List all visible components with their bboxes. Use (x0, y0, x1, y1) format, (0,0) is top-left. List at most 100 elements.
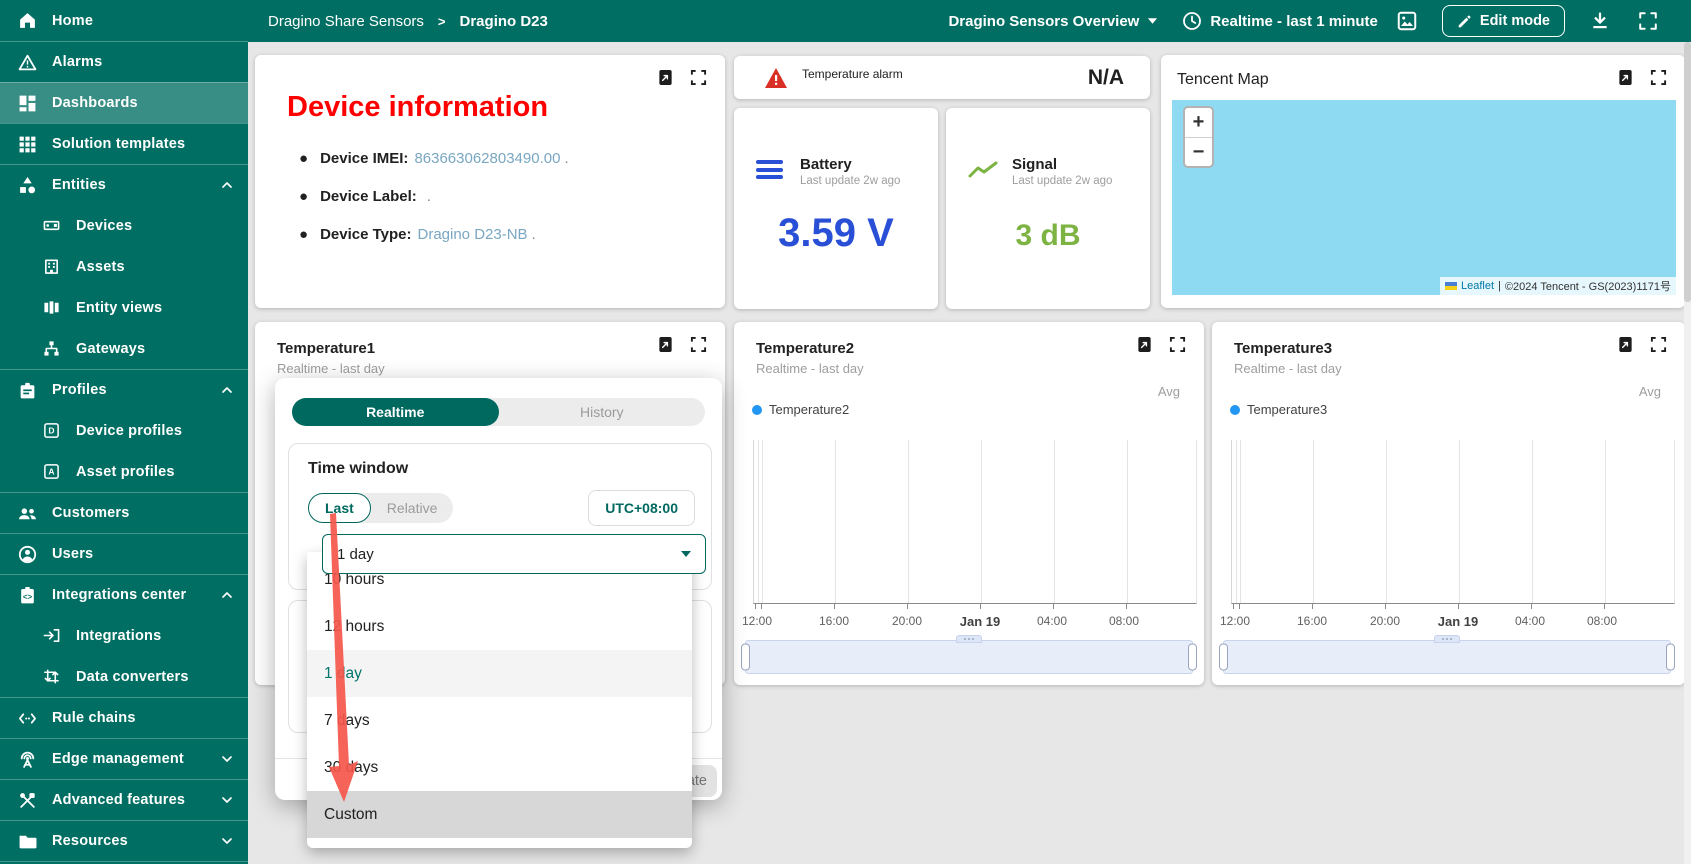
row-tail: . (564, 150, 568, 167)
zoom-in-button[interactable]: + (1185, 108, 1212, 137)
sidebar-item-label: Users (52, 546, 93, 562)
option-1-day[interactable]: 1 day (307, 650, 692, 697)
timezone-button[interactable]: UTC+08:00 (588, 490, 695, 526)
sidebar-item-dashboards[interactable]: Dashboards (0, 82, 248, 123)
fullscreen-button[interactable] (1629, 4, 1667, 38)
tick-label: 20:00 (1370, 614, 1400, 628)
map-canvas[interactable]: + − Leaflet | ©2024 Tencent - GS(2023)11… (1172, 100, 1676, 295)
aggregation-label[interactable]: Avg (1158, 384, 1180, 399)
download-button[interactable] (1581, 4, 1619, 38)
option-custom[interactable]: Custom (307, 791, 692, 838)
sidebar-item-users[interactable]: Users (0, 533, 248, 574)
chart-legend[interactable]: Temperature2 (752, 402, 1204, 417)
slider-handle-right[interactable] (1188, 644, 1197, 671)
expand-icon[interactable] (1650, 336, 1667, 353)
edit-mode-label: Edit mode (1480, 13, 1550, 29)
slider-handle-left[interactable] (741, 644, 750, 671)
temperature-alarm-card: Temperature alarm N/A (734, 56, 1150, 99)
option-12-hours[interactable]: 12 hours (307, 603, 692, 650)
dashboard-page: Home Alarms Dashboards Solution template… (0, 0, 1691, 864)
transform-icon (40, 666, 62, 688)
expand-icon[interactable] (690, 69, 707, 86)
slider-handle-right[interactable] (1666, 644, 1675, 671)
sidebar-item-devices[interactable]: Devices (0, 205, 248, 246)
expand-icon[interactable] (1650, 69, 1667, 86)
x-axis-labels: 12:00 16:00 20:00 Jan 19 04:00 08:00 (753, 614, 1197, 630)
expand-icon[interactable] (690, 336, 707, 353)
download-icon (1590, 11, 1610, 31)
dashboard-select[interactable]: Dragino Sensors Overview (948, 13, 1158, 30)
option-7-days[interactable]: 7 days (307, 697, 692, 744)
sidebar-item-advanced-features[interactable]: Advanced features (0, 779, 248, 820)
shapes-icon (16, 174, 38, 196)
sidebar-item-gateways[interactable]: Gateways (0, 328, 248, 369)
tab-history[interactable]: History (499, 398, 706, 426)
breadcrumb-parent[interactable]: Dragino Share Sensors (268, 13, 424, 30)
tick-label: 20:00 (892, 614, 922, 628)
image-button[interactable] (1388, 4, 1426, 38)
slider-grip[interactable] (956, 635, 982, 643)
scrollbar-thumb[interactable] (1684, 42, 1691, 302)
aggregation-label[interactable]: Avg (1639, 384, 1661, 399)
map-card: Tencent Map + − Leaflet | ©2024 Tencent … (1161, 55, 1685, 308)
letter-d-icon: D (40, 420, 62, 442)
fullscreen-icon (1638, 11, 1658, 31)
edit-mode-button[interactable]: Edit mode (1442, 5, 1565, 37)
sidebar-item-device-profiles[interactable]: D Device profiles (0, 410, 248, 451)
pencil-icon (1457, 14, 1472, 29)
expand-icon[interactable] (1169, 336, 1186, 353)
leaflet-link[interactable]: Leaflet (1461, 280, 1494, 292)
sidebar-item-label: Data converters (76, 669, 189, 685)
sidebar-item-edge-management[interactable]: Edge management (0, 738, 248, 779)
building-icon (40, 256, 62, 278)
sidebar-item-data-converters[interactable]: Data converters (0, 656, 248, 697)
sidebar-item-integrations[interactable]: Integrations (0, 615, 248, 656)
sidebar-item-integrations-center[interactable]: <> Integrations center (0, 574, 248, 615)
sidebar-item-rule-chains[interactable]: Rule chains (0, 697, 248, 738)
device-type-value[interactable]: Dragino D23-NB (418, 226, 528, 243)
tab-realtime[interactable]: Realtime (292, 398, 499, 426)
sidebar-item-entity-views[interactable]: Entity views (0, 287, 248, 328)
sidebar-item-customers[interactable]: Customers (0, 492, 248, 533)
row-tail: . (532, 226, 536, 243)
export-icon[interactable] (1136, 336, 1153, 353)
temperature3-card: Temperature3 Realtime - last day Avg Tem… (1212, 322, 1685, 685)
interval-select[interactable]: 1 day (322, 534, 706, 574)
datazoom-slider[interactable] (1223, 640, 1671, 674)
sidebar-item-alarms[interactable]: Alarms (0, 41, 248, 82)
interval-dropdown: 10 hours 12 hours 1 day 7 days 30 days C… (307, 552, 692, 848)
toggle-relative[interactable]: Relative (371, 493, 454, 523)
device-imei-value[interactable]: 863663062803490.00 (414, 150, 560, 167)
sidebar-item-assets[interactable]: Assets (0, 246, 248, 287)
export-icon[interactable] (657, 69, 674, 86)
slider-handle-left[interactable] (1219, 644, 1228, 671)
timewindow-button[interactable]: Realtime - last 1 minute (1182, 11, 1378, 31)
export-icon[interactable] (1617, 69, 1634, 86)
sidebar-item-solution-templates[interactable]: Solution templates (0, 123, 248, 164)
sidebar-item-resources[interactable]: Resources (0, 820, 248, 861)
tick-label: 12:00 (1220, 614, 1250, 628)
page-scrollbar[interactable] (1684, 42, 1691, 864)
sidebar-item-entities[interactable]: Entities (0, 164, 248, 205)
input-icon (40, 625, 62, 647)
bullet-icon: ● (299, 188, 308, 205)
zoom-out-button[interactable]: − (1185, 137, 1212, 166)
sidebar-item-label: Device profiles (76, 423, 182, 439)
alarm-value: N/A (1088, 66, 1124, 90)
slider-grip[interactable] (1434, 635, 1460, 643)
badge-icon (16, 379, 38, 401)
datazoom-slider[interactable] (745, 640, 1193, 674)
caret-down-icon (681, 551, 691, 557)
breadcrumb-separator: > (438, 14, 446, 29)
sidebar: Home Alarms Dashboards Solution template… (0, 0, 248, 864)
chart-legend[interactable]: Temperature3 (1230, 402, 1685, 417)
option-30-days[interactable]: 30 days (307, 744, 692, 791)
toggle-last[interactable]: Last (308, 493, 371, 523)
attr-separator: | (1498, 280, 1501, 292)
sidebar-item-asset-profiles[interactable]: A Asset profiles (0, 451, 248, 492)
sidebar-item-home[interactable]: Home (0, 0, 248, 41)
export-icon[interactable] (1617, 336, 1634, 353)
export-icon[interactable] (657, 336, 674, 353)
devices-icon (40, 215, 62, 237)
sidebar-item-profiles[interactable]: Profiles (0, 369, 248, 410)
